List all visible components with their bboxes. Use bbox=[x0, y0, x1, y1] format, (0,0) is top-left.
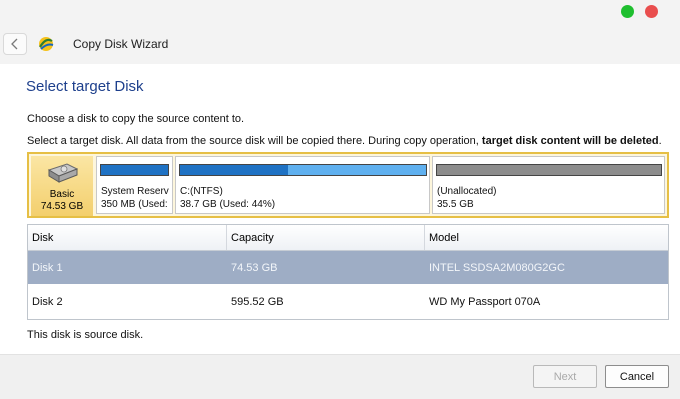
next-button[interactable]: Next bbox=[533, 365, 597, 388]
back-button[interactable] bbox=[3, 33, 27, 55]
column-header-capacity[interactable]: Capacity bbox=[227, 225, 425, 250]
window-title: Copy Disk Wizard bbox=[73, 37, 169, 51]
cell-disk: Disk 2 bbox=[32, 295, 63, 308]
cell-disk: Disk 1 bbox=[32, 261, 63, 274]
column-header-model[interactable]: Model bbox=[425, 225, 668, 250]
partition-unallocated[interactable]: (Unallocated) 35.5 GB bbox=[432, 156, 665, 214]
partition-system-reserved[interactable]: System Reserv 350 MB (Used: bbox=[96, 156, 173, 214]
partition-detail: 38.7 GB (Used: 44%) bbox=[180, 199, 276, 210]
table-row-disk-2[interactable]: Disk 2 595.52 GB WD My Passport 070A bbox=[28, 285, 668, 318]
partition-label: (Unallocated) 35.5 GB bbox=[437, 185, 496, 211]
table-header: Disk Capacity Model bbox=[28, 225, 668, 251]
cell-model: WD My Passport 070A bbox=[429, 295, 541, 308]
partition-detail: 350 MB (Used: bbox=[101, 199, 168, 210]
partition-label: System Reserv 350 MB (Used: bbox=[101, 185, 169, 211]
partition-usage-bar bbox=[179, 164, 427, 176]
warning-text-bold: target disk content will be deleted bbox=[481, 135, 659, 147]
status-text: This disk is source disk. bbox=[27, 329, 144, 341]
partition-detail: 35.5 GB bbox=[437, 199, 474, 210]
warning-text: Select a target disk. All data from the … bbox=[27, 135, 662, 147]
warning-text-end: . bbox=[658, 135, 662, 147]
disk-summary[interactable]: Basic 74.53 GB bbox=[31, 156, 93, 216]
app-logo-icon bbox=[39, 37, 54, 51]
partition-c-ntfs[interactable]: C:(NTFS) 38.7 GB (Used: 44%) bbox=[175, 156, 430, 214]
page-title: Select target Disk bbox=[26, 78, 144, 95]
partition-name: (Unallocated) bbox=[437, 186, 497, 197]
table-row-disk-1[interactable]: Disk 1 74.53 GB INTEL SSDSA2M080G2GC bbox=[28, 251, 668, 284]
hard-drive-icon bbox=[47, 163, 79, 183]
maximize-dot[interactable] bbox=[621, 5, 634, 18]
cell-capacity: 74.53 GB bbox=[231, 261, 278, 274]
partition-name: System Reserv bbox=[101, 186, 169, 197]
cell-capacity: 595.52 GB bbox=[231, 295, 284, 308]
partition-label: C:(NTFS) 38.7 GB (Used: 44%) bbox=[180, 185, 275, 211]
disk-size-label: 74.53 GB bbox=[40, 201, 84, 212]
disk-table: Disk Capacity Model Disk 1 74.53 GB INTE… bbox=[27, 224, 669, 320]
warning-text-plain: Select a target disk. All data from the … bbox=[27, 135, 479, 147]
cancel-button[interactable]: Cancel bbox=[605, 365, 669, 388]
cell-model: INTEL SSDSA2M080G2GC bbox=[429, 261, 565, 274]
disk-map[interactable]: Basic 74.53 GB System Reserv 350 MB (Use… bbox=[27, 152, 669, 218]
partition-usage-bar bbox=[100, 164, 169, 176]
chevron-left-icon bbox=[11, 38, 18, 50]
close-dot[interactable] bbox=[645, 5, 658, 18]
partition-usage-bar bbox=[436, 164, 662, 176]
column-header-disk[interactable]: Disk bbox=[28, 225, 227, 250]
instruction-text: Choose a disk to copy the source content… bbox=[27, 113, 245, 125]
disk-type-label: Basic bbox=[49, 189, 75, 200]
partition-name: C:(NTFS) bbox=[180, 186, 223, 197]
title-bar: Copy Disk Wizard bbox=[0, 0, 680, 64]
